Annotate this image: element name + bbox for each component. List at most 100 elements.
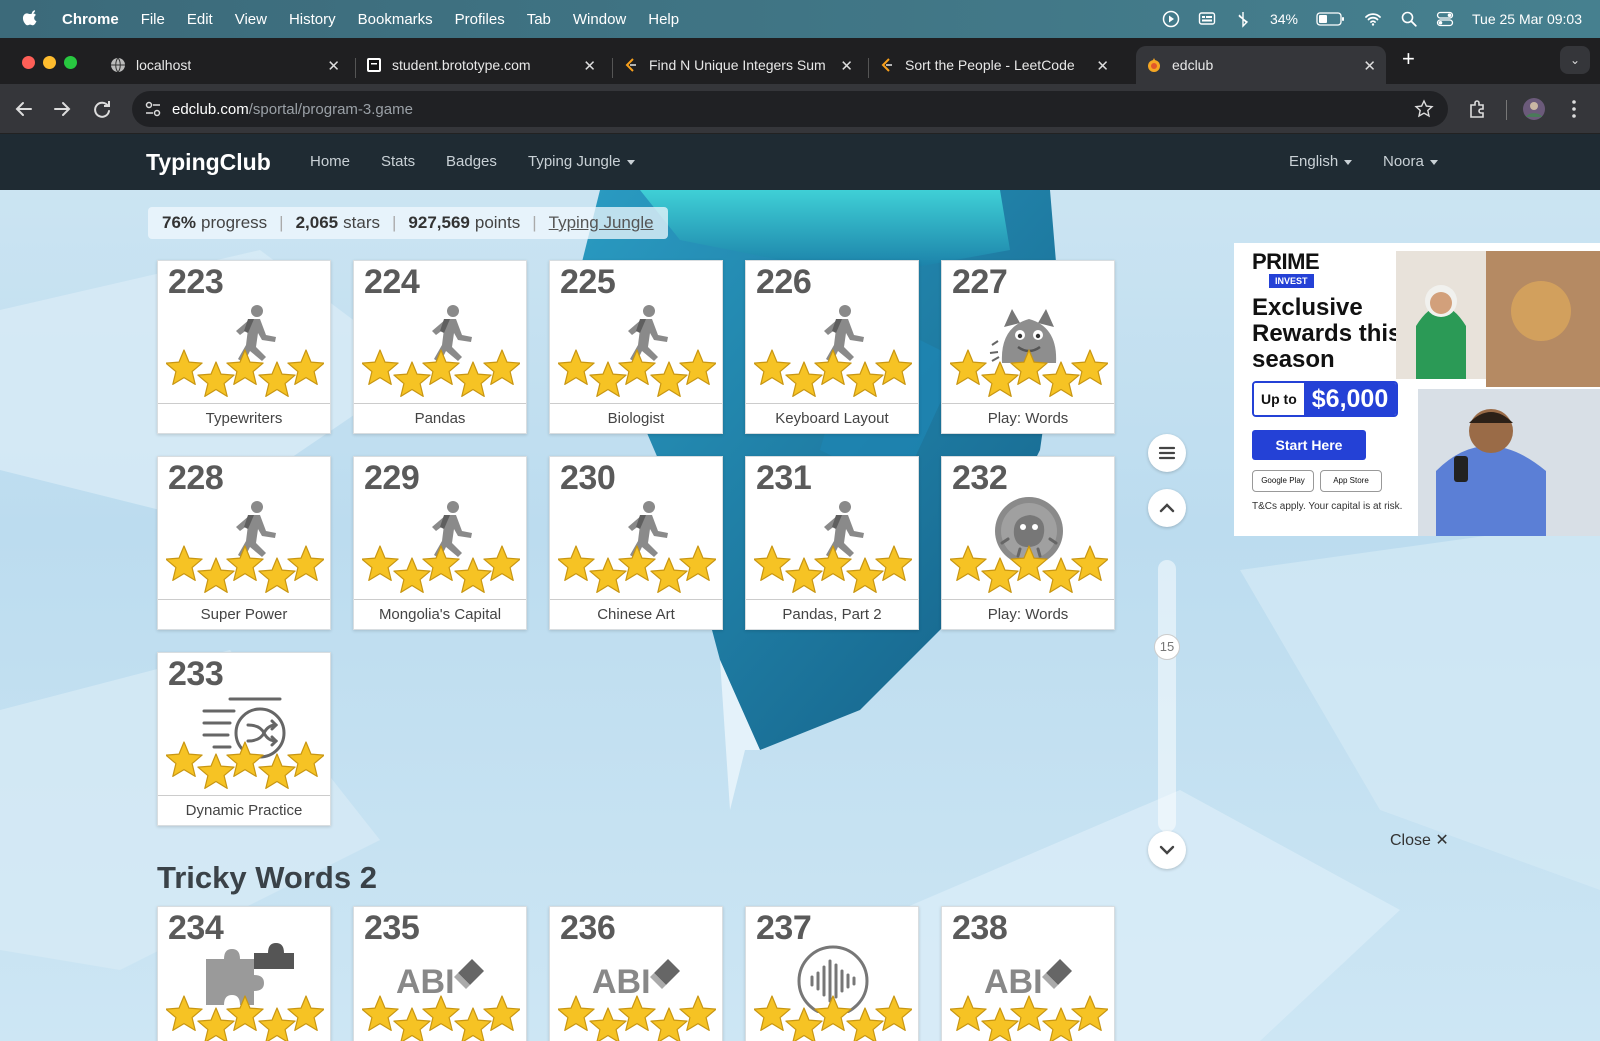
url-domain: edclub.com (172, 100, 249, 118)
window-minimize-button[interactable] (43, 56, 56, 69)
bluetooth-off-icon[interactable] (1234, 10, 1252, 28)
play-circle-icon[interactable] (1162, 10, 1180, 28)
control-center-icon[interactable] (1436, 10, 1454, 28)
menu-help[interactable]: Help (648, 11, 679, 28)
close-ad-button[interactable]: Close ✕ (1390, 830, 1449, 850)
display-icon[interactable] (1198, 10, 1216, 28)
lesson-card-233[interactable]: 233 Dynamic Practice (157, 652, 331, 826)
url-text[interactable]: edclub.com/sportal/program-3.game (172, 101, 413, 118)
lesson-card-227[interactable]: 227 Play: Words (941, 260, 1115, 434)
close-icon: ✕ (1435, 832, 1449, 849)
tab-edclub[interactable]: edclub ✕ (1136, 46, 1386, 84)
extensions-puzzle-icon[interactable] (1466, 97, 1490, 121)
tab-brototype[interactable]: student.brototype.com ✕ (356, 46, 606, 84)
scroll-up-button[interactable] (1148, 489, 1186, 527)
close-tab-icon[interactable]: ✕ (840, 57, 853, 75)
ad-upto-label: Up to (1254, 383, 1304, 415)
reload-icon[interactable] (90, 97, 114, 121)
profile-avatar[interactable] (1522, 97, 1546, 121)
lesson-card-228[interactable]: 228 Super Power (157, 456, 331, 630)
apple-logo-icon[interactable] (22, 10, 40, 28)
menu-edit[interactable]: Edit (187, 11, 213, 28)
app-store-badge[interactable]: App Store (1320, 470, 1382, 492)
google-play-badge[interactable]: Google Play (1252, 470, 1314, 492)
nav-badges[interactable]: Badges (446, 153, 497, 170)
site-logo[interactable]: TypingClub (146, 149, 271, 176)
chevron-up-icon (1159, 503, 1175, 513)
window-zoom-button[interactable] (64, 56, 77, 69)
lesson-list-button[interactable] (1148, 434, 1186, 472)
menu-bookmarks[interactable]: Bookmarks (358, 11, 433, 28)
lesson-title: Mongolia's Capital (354, 599, 526, 629)
lesson-card-224[interactable]: 224 Pandas (353, 260, 527, 434)
ad-start-here-button[interactable]: Start Here (1252, 430, 1366, 460)
macos-menubar: Chrome File Edit View History Bookmarks … (0, 0, 1600, 38)
back-arrow-icon[interactable] (12, 97, 36, 121)
bookmark-star-icon[interactable] (1414, 99, 1434, 119)
ad-amount: $6,000 (1303, 383, 1397, 415)
close-tab-icon[interactable]: ✕ (1096, 57, 1109, 75)
lesson-map: 76% progress | 2,065 stars | 927,569 points… (0, 190, 1600, 1041)
five-stars-icon (166, 995, 324, 1041)
user-menu-dropdown[interactable]: Noora (1383, 153, 1438, 170)
advertisement[interactable]: PRIME INVEST Exclusive Rewards this seas… (1234, 243, 1600, 536)
lesson-card-226[interactable]: 226 Keyboard Layout (745, 260, 919, 434)
menu-window[interactable]: Window (573, 11, 626, 28)
lesson-card-229[interactable]: 229 Mongolia's Capital (353, 456, 527, 630)
ad-photo (1396, 251, 1600, 536)
address-bar[interactable]: edclub.com/sportal/program-3.game (132, 91, 1448, 127)
page-marker[interactable]: 15 (1154, 634, 1180, 660)
nav-stats[interactable]: Stats (381, 153, 415, 170)
battery-icon[interactable] (1316, 11, 1346, 27)
clock[interactable]: Tue 25 Mar 09:03 (1472, 11, 1582, 27)
lesson-card-230[interactable]: 230 Chinese Art (549, 456, 723, 630)
scroll-down-button[interactable] (1148, 831, 1186, 869)
lesson-card-236[interactable]: 236 ABI (549, 906, 723, 1041)
url-path: /sportal/program-3.game (248, 100, 413, 118)
spotlight-search-icon[interactable] (1400, 10, 1418, 28)
tab-search-button[interactable]: ⌄ (1560, 46, 1590, 74)
lesson-title: Play: Words (942, 599, 1114, 629)
tab-localhost[interactable]: localhost ✕ (100, 46, 350, 84)
menu-profiles[interactable]: Profiles (455, 11, 505, 28)
leetcode-icon (881, 58, 892, 72)
menu-tab[interactable]: Tab (527, 11, 551, 28)
close-tab-icon[interactable]: ✕ (327, 57, 340, 75)
caret-down-icon (1429, 159, 1438, 165)
five-stars-icon (362, 995, 520, 1041)
lesson-title: Pandas, Part 2 (746, 599, 918, 629)
scroll-track[interactable] (1158, 560, 1176, 832)
nav-typing-jungle-dropdown[interactable]: Typing Jungle (528, 153, 635, 170)
site-settings-icon[interactable] (144, 100, 162, 118)
menu-history[interactable]: History (289, 11, 336, 28)
close-tab-icon[interactable]: ✕ (583, 57, 596, 75)
tab-leetcode-sort-people[interactable]: Sort the People - LeetCode ✕ (869, 46, 1119, 84)
language-dropdown[interactable]: English (1289, 153, 1353, 170)
battery-percent: 34% (1269, 11, 1298, 27)
nav-home[interactable]: Home (310, 153, 350, 170)
tab-leetcode-find-unique[interactable]: Find N Unique Integers Sum u ✕ (613, 46, 863, 84)
lesson-title: Dynamic Practice (158, 795, 330, 825)
window-close-button[interactable] (22, 56, 35, 69)
lesson-card-225[interactable]: 225 Biologist (549, 260, 723, 434)
close-tab-icon[interactable]: ✕ (1363, 57, 1376, 75)
new-tab-button[interactable]: + (1402, 46, 1415, 72)
stars-label: stars (343, 213, 380, 232)
menu-app-chrome[interactable]: Chrome (62, 11, 119, 28)
forward-arrow-icon[interactable] (50, 97, 74, 121)
menu-file[interactable]: File (141, 11, 165, 28)
lesson-card-235[interactable]: 235 ABI (353, 906, 527, 1041)
menu-view[interactable]: View (235, 11, 267, 28)
lesson-card-232[interactable]: 232 Play: Words (941, 456, 1115, 630)
lesson-card-237[interactable]: 237 (745, 906, 919, 1041)
wifi-icon[interactable] (1364, 10, 1382, 28)
lesson-card-238[interactable]: 238 ABI (941, 906, 1115, 1041)
divider: | (391, 213, 397, 232)
typing-jungle-link[interactable]: Typing Jungle (549, 213, 654, 233)
lesson-card-234[interactable]: 234 (157, 906, 331, 1041)
more-vert-icon[interactable] (1562, 97, 1586, 121)
lesson-title: Typewriters (158, 403, 330, 433)
lesson-card-231[interactable]: 231 Pandas, Part 2 (745, 456, 919, 630)
five-stars-icon (950, 349, 1108, 398)
lesson-card-223[interactable]: 223 Typewriters (157, 260, 331, 434)
